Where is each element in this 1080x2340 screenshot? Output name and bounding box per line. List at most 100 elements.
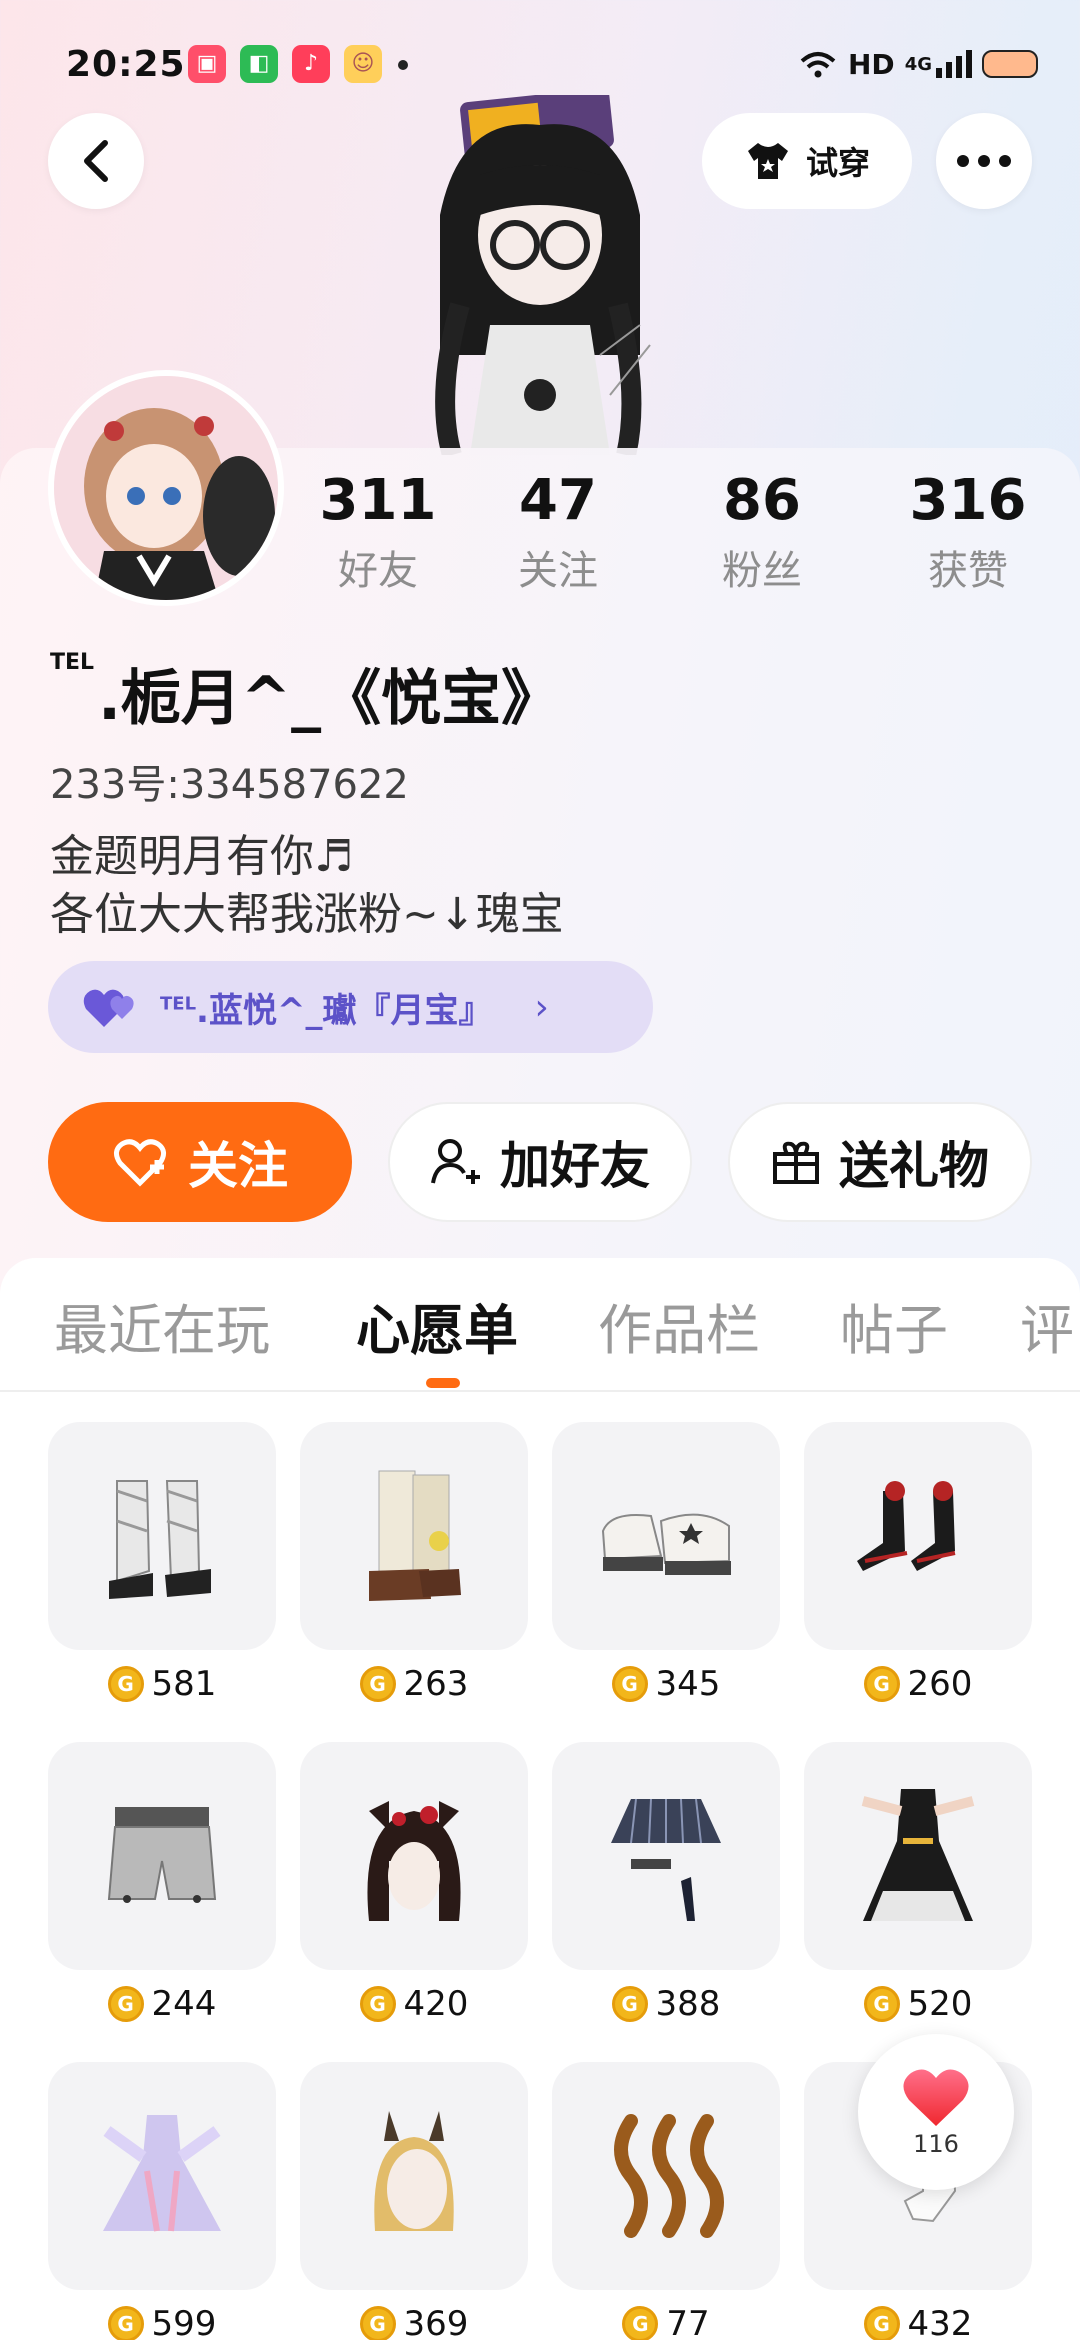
more-dots-icon — [957, 155, 1011, 167]
coin-icon: G — [863, 2306, 900, 2340]
stat-value: 316 — [909, 468, 1027, 533]
bio-line: 金题明月有你♬ — [50, 831, 354, 882]
plaid-skirt-icon — [552, 1742, 780, 1970]
partner-name: TEL.蓝悦^_瓛『月宝』 — [160, 983, 492, 1032]
cream-leg-warmer-boots-icon — [300, 1422, 528, 1650]
stat-following[interactable]: 47 关注 — [488, 470, 628, 596]
user-nickname: TEL.栀月^_《悦宝》 — [50, 650, 561, 737]
follow-label: 关注 — [188, 1137, 288, 1195]
item-price: 77 — [666, 2304, 710, 2340]
coin-icon: G — [622, 2306, 659, 2340]
music-app-icon: ♪ — [292, 45, 330, 83]
coin-icon: G — [611, 1666, 648, 1702]
user-id[interactable]: 233号:334587622 — [50, 752, 409, 810]
back-arrow-icon — [84, 140, 108, 182]
item-price: 581 — [151, 1664, 217, 1704]
item-price: 369 — [403, 2304, 469, 2340]
chevron-right-icon: › — [534, 986, 549, 1028]
partner-name-text: .蓝悦^_瓛『月宝』 — [196, 990, 493, 1031]
notification-app-icon: ▣ — [188, 45, 226, 83]
wishlist-item[interactable]: G 244 — [48, 1742, 276, 2024]
user-bio: 金题明月有你♬ 各位大大帮我涨粉~↓瑰宝 — [50, 828, 564, 944]
coin-icon: G — [611, 1986, 648, 2022]
add-user-icon — [431, 1139, 480, 1184]
more-notifications-dot — [398, 60, 408, 70]
profile-tabs: 最近在玩 心愿单 作品栏 帖子 评 — [0, 1258, 1080, 1392]
lavender-gown-icon — [48, 2062, 276, 2290]
wifi-icon — [800, 52, 836, 78]
bio-line: 各位大大帮我涨粉~↓瑰宝 — [50, 889, 564, 940]
active-tab-indicator — [426, 1378, 460, 1388]
item-price: 432 — [907, 2304, 973, 2340]
more-options-button[interactable] — [936, 113, 1032, 209]
tab-recently-played[interactable]: 最近在玩 — [54, 1286, 270, 1365]
heart-icon — [903, 2069, 969, 2126]
coin-icon: G — [359, 2306, 396, 2340]
coin-icon: G — [359, 1986, 396, 2022]
stat-friends[interactable]: 311 好友 — [308, 470, 448, 596]
coin-icon: G — [359, 1666, 396, 1702]
item-price: 520 — [907, 1984, 973, 2024]
signal-icon — [936, 50, 972, 78]
hd-label: HD — [848, 47, 895, 81]
wishlist-item[interactable]: G 581 — [48, 1422, 276, 1704]
white-bow-boots-icon — [48, 1422, 276, 1650]
black-gold-dress-icon — [804, 1742, 1032, 1970]
stat-label: 粉丝 — [722, 548, 802, 594]
blonde-bunny-hair-icon — [300, 2062, 528, 2290]
like-count: 116 — [913, 2130, 959, 2158]
coin-icon: G — [107, 1666, 144, 1702]
add-friend-button[interactable]: 加好友 — [388, 1102, 692, 1222]
wishlist-item[interactable]: G 420 — [300, 1742, 528, 2024]
like-button[interactable]: 116 — [858, 2034, 1014, 2190]
coin-icon: G — [863, 1986, 900, 2022]
double-heart-icon — [83, 989, 134, 1027]
white-platform-sneakers-icon — [552, 1422, 780, 1650]
wishlist-item[interactable]: G 388 — [552, 1742, 780, 2024]
avatar-image — [54, 376, 278, 600]
partner-link[interactable]: TEL.蓝悦^_瓛『月宝』 › — [48, 961, 653, 1053]
wishlist-item[interactable]: G 77 — [552, 2062, 780, 2340]
item-price: 244 — [151, 1984, 217, 2024]
coin-icon: G — [863, 1666, 900, 1702]
item-price: 388 — [655, 1984, 721, 2024]
tab-wishlist[interactable]: 心愿单 — [356, 1286, 518, 1365]
try-on-label: 试穿 — [805, 144, 870, 182]
stat-value: 311 — [319, 468, 437, 533]
wishlist-item[interactable]: G 263 — [300, 1422, 528, 1704]
wishlist-item[interactable]: G 520 — [804, 1742, 1032, 2024]
game-app-icon: ☺ — [344, 45, 382, 83]
coin-icon: G — [107, 2306, 144, 2340]
gift-icon — [773, 1141, 819, 1184]
wishlist-item[interactable]: G 260 — [804, 1422, 1032, 1704]
back-button[interactable] — [48, 113, 144, 209]
grey-shorts-icon — [48, 1742, 276, 1970]
user-avatar[interactable] — [48, 370, 284, 606]
tab-works[interactable]: 作品栏 — [598, 1286, 760, 1365]
tab-posts[interactable]: 帖子 — [840, 1286, 948, 1365]
stat-label: 好友 — [338, 548, 418, 594]
item-price: 260 — [907, 1664, 973, 1704]
battery-icon — [982, 50, 1038, 78]
wishlist-item[interactable]: G 345 — [552, 1422, 780, 1704]
item-price: 263 — [403, 1664, 469, 1704]
add-friend-label: 加好友 — [500, 1137, 650, 1195]
send-gift-label: 送礼物 — [839, 1137, 989, 1195]
try-on-button[interactable]: 试穿 — [702, 113, 912, 209]
follow-button[interactable]: 关注 — [48, 1102, 352, 1222]
status-time: 20:25 — [66, 44, 186, 85]
wishlist-item[interactable]: G 599 — [48, 2062, 276, 2340]
stat-value: 86 — [723, 468, 801, 533]
item-price: 420 — [403, 1984, 469, 2024]
tshirt-icon — [747, 143, 788, 179]
stat-value: 47 — [519, 468, 597, 533]
coin-icon: G — [107, 1986, 144, 2022]
stat-fans[interactable]: 86 粉丝 — [692, 470, 832, 596]
stat-likes[interactable]: 316 获赞 — [898, 470, 1038, 596]
item-price: 599 — [151, 2304, 217, 2340]
stat-label: 获赞 — [928, 548, 1008, 594]
wishlist-item[interactable]: G 369 — [300, 2062, 528, 2340]
send-gift-button[interactable]: 送礼物 — [728, 1102, 1032, 1222]
partner-prefix: TEL — [160, 993, 197, 1015]
tab-reviews[interactable]: 评 — [1020, 1286, 1074, 1365]
